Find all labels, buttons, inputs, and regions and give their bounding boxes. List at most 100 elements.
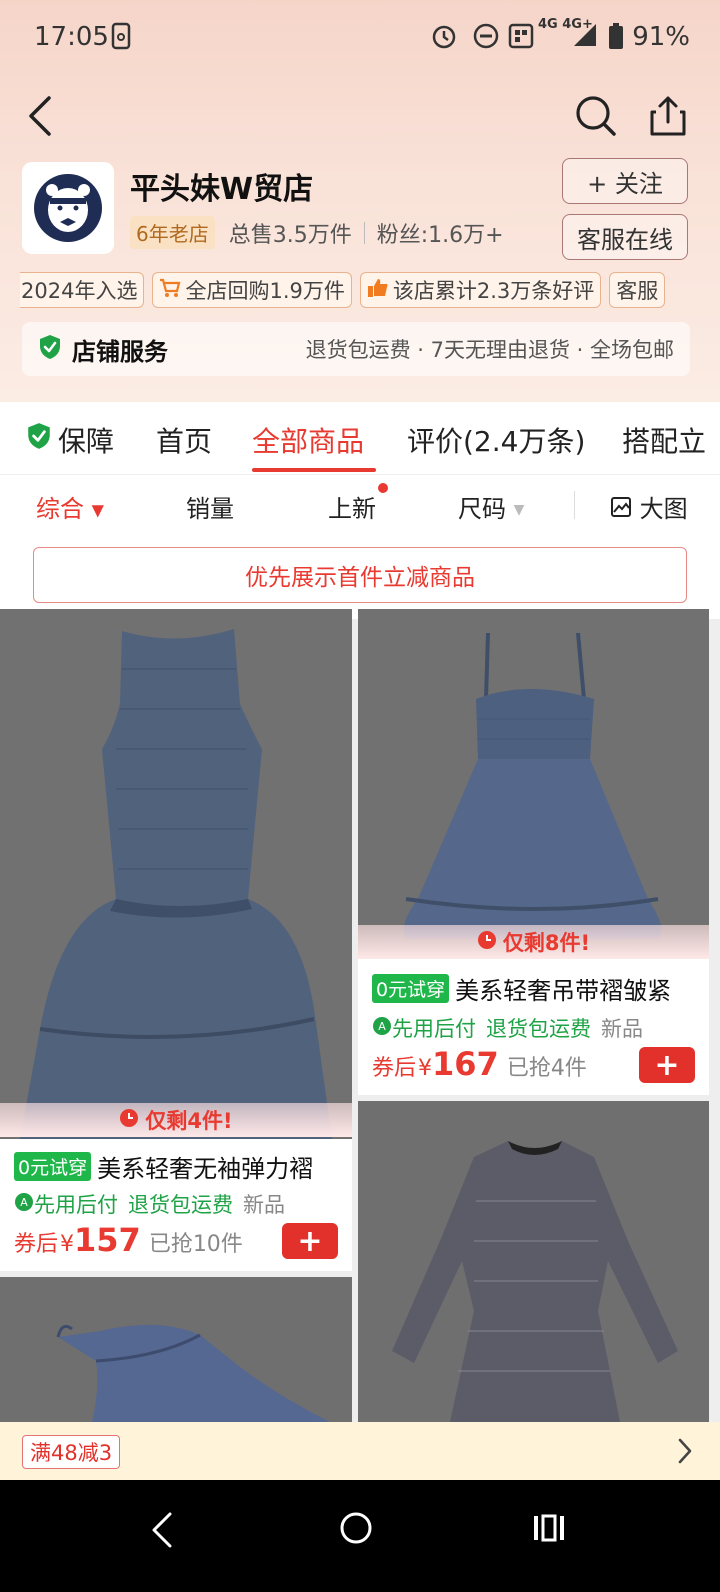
- chevron-right-icon: [676, 1436, 694, 1470]
- product-tags: A 先用后付 退货包运费 新品: [372, 1013, 643, 1043]
- active-tab-indicator: [252, 468, 376, 472]
- service-items: 退货包运费 · 7天无理由退货 · 全场包邮: [305, 338, 674, 362]
- shop-service-bar[interactable]: 店铺服务 退货包运费 · 7天无理由退货 · 全场包邮: [22, 322, 690, 376]
- follow-button[interactable]: + 关注: [562, 158, 688, 204]
- product-title-text: 美系轻奢吊带褶皱紧: [455, 977, 672, 1005]
- filter-bar: 综合 ▼ 销量 上新 尺码 ▼ 大图: [0, 475, 720, 533]
- filter-size[interactable]: 尺码 ▼: [458, 489, 524, 524]
- filter-label: 综合: [36, 495, 84, 523]
- tab-guarantee[interactable]: 保障: [58, 420, 114, 460]
- system-home-button[interactable]: [338, 1510, 374, 1550]
- filter-divider: [574, 491, 575, 519]
- tab-reviews[interactable]: 评价(2.4万条): [407, 420, 585, 460]
- shop-meta: 6年老店 总售3.5万件 粉丝:1.6万+: [130, 216, 504, 249]
- phone-status-icon: [110, 22, 134, 56]
- product-card[interactable]: [358, 1101, 709, 1422]
- pay-later-label: 先用后付: [34, 1193, 118, 1217]
- shop-tabs: 保障 首页 全部商品 评价(2.4万条) 搭配立: [0, 402, 720, 474]
- share-icon: [650, 96, 686, 136]
- chevron-left-icon: [29, 96, 51, 136]
- new-dot-badge: [378, 483, 388, 493]
- do-not-disturb-icon: [472, 22, 500, 56]
- sold-count: 已抢4件: [506, 1056, 587, 1081]
- filter-large-view[interactable]: 大图: [610, 489, 688, 524]
- signal-icon: [572, 22, 598, 54]
- back-triangle-icon: [152, 1512, 172, 1548]
- filter-comprehensive[interactable]: 综合 ▼: [36, 489, 104, 524]
- cart-icon: [159, 278, 181, 303]
- filter-new[interactable]: 上新: [328, 489, 376, 524]
- coupon-price-label: 券后: [372, 1056, 417, 1081]
- price-value: 157: [74, 1221, 141, 1259]
- shop-name[interactable]: 平头妹W贸店: [130, 164, 313, 208]
- currency-symbol: ¥: [60, 1232, 75, 1257]
- tag-label: 全店回购1.9万件: [185, 279, 345, 303]
- alarm-icon: [430, 22, 458, 56]
- tag-good-reviews[interactable]: 该店累计2.3万条好评: [359, 272, 602, 308]
- coupon-bar[interactable]: 满48减3: [0, 1422, 720, 1480]
- years-badge: 6年老店: [130, 216, 215, 249]
- svg-text:A: A: [378, 1020, 386, 1033]
- product-card[interactable]: [0, 1277, 352, 1422]
- product-image[interactable]: [0, 1277, 352, 1422]
- service-title: 店铺服务: [72, 337, 168, 366]
- tag-label: 客服: [616, 279, 659, 303]
- system-back-button[interactable]: [150, 1510, 174, 1554]
- product-card[interactable]: 仅剩4件! 0元试穿 美系轻奢无袖弹力褶 A 先用后付 退货包运费 新品 券后 ¥…: [0, 609, 352, 1271]
- back-button[interactable]: [18, 84, 62, 148]
- search-button[interactable]: [570, 90, 622, 142]
- status-bar: 17:05 4G 4G+ 91%: [0, 0, 720, 74]
- product-title-text: 美系轻奢无袖弹力褶: [97, 1155, 314, 1183]
- shop-tags: 2024年入选 全店回购1.9万件 该店累计2.3万条好评 客服: [20, 272, 720, 310]
- tag-selected-2024[interactable]: 2024年入选: [20, 272, 145, 308]
- shield-check-icon: [38, 334, 62, 364]
- coupon-badge: 满48减3: [22, 1435, 121, 1469]
- share-button[interactable]: [642, 90, 694, 142]
- add-to-cart-button[interactable]: +: [639, 1047, 695, 1083]
- system-recents-button[interactable]: [532, 1512, 566, 1548]
- caret-down-icon: ▼: [91, 500, 104, 520]
- filter-sales[interactable]: 销量: [186, 489, 234, 524]
- svg-text:A: A: [20, 1196, 28, 1209]
- price-value: 167: [432, 1045, 499, 1083]
- tab-outfits[interactable]: 搭配立: [622, 420, 706, 460]
- new-item-tag: 新品: [243, 1193, 285, 1217]
- product-title[interactable]: 0元试穿 美系轻奢无袖弹力褶: [14, 1149, 342, 1184]
- trial-badge: 0元试穿: [372, 974, 450, 1003]
- product-image[interactable]: [0, 609, 352, 1139]
- new-item-tag: 新品: [601, 1017, 643, 1041]
- tab-home[interactable]: 首页: [156, 420, 212, 460]
- filter-label: 大图: [639, 495, 688, 523]
- add-to-cart-button[interactable]: +: [282, 1223, 338, 1259]
- price-row: 券后 ¥ 167 已抢4件: [372, 1045, 587, 1083]
- tag-label: 2024年入选: [21, 279, 138, 303]
- image-icon: [610, 496, 632, 524]
- recents-icon: [534, 1514, 564, 1542]
- tag-service[interactable]: 客服: [609, 272, 666, 308]
- product-title[interactable]: 0元试穿 美系轻奢吊带褶皱紧: [372, 971, 699, 1006]
- shield-check-icon: [26, 422, 52, 454]
- product-card[interactable]: 仅剩8件! 0元试穿 美系轻奢吊带褶皱紧 A 先用后付 退货包运费 新品 券后 ¥…: [358, 609, 709, 1095]
- currency-symbol: ¥: [418, 1056, 433, 1081]
- tag-repurchase[interactable]: 全店回购1.9万件: [152, 272, 352, 308]
- product-image[interactable]: [358, 1101, 709, 1422]
- battery-level: 91%: [632, 22, 690, 52]
- pay-later-tag: A 先用后付: [14, 1189, 118, 1219]
- customer-service-button[interactable]: 客服在线: [562, 214, 688, 260]
- filter-label: 尺码: [458, 495, 506, 523]
- status-time: 17:05: [34, 22, 109, 52]
- return-shipping-tag: 退货包运费: [486, 1017, 591, 1041]
- plus-icon: +: [654, 1047, 680, 1083]
- home-circle-icon: [340, 1512, 372, 1544]
- shop-avatar[interactable]: [22, 162, 114, 254]
- pay-later-icon: A: [14, 1193, 34, 1217]
- return-shipping-tag: 退货包运费: [128, 1193, 233, 1217]
- product-tags: A 先用后付 退货包运费 新品: [14, 1189, 285, 1219]
- pay-later-label: 先用后付: [392, 1017, 476, 1041]
- tag-label: 该店累计2.3万条好评: [392, 279, 595, 303]
- pay-later-tag: A 先用后付: [372, 1013, 476, 1043]
- prioritize-discount-button[interactable]: 优先展示首件立减商品: [33, 547, 687, 603]
- tab-all-products[interactable]: 全部商品: [252, 420, 364, 460]
- product-image[interactable]: [358, 609, 709, 959]
- stock-remaining-badge: 仅剩4件!: [0, 1103, 352, 1137]
